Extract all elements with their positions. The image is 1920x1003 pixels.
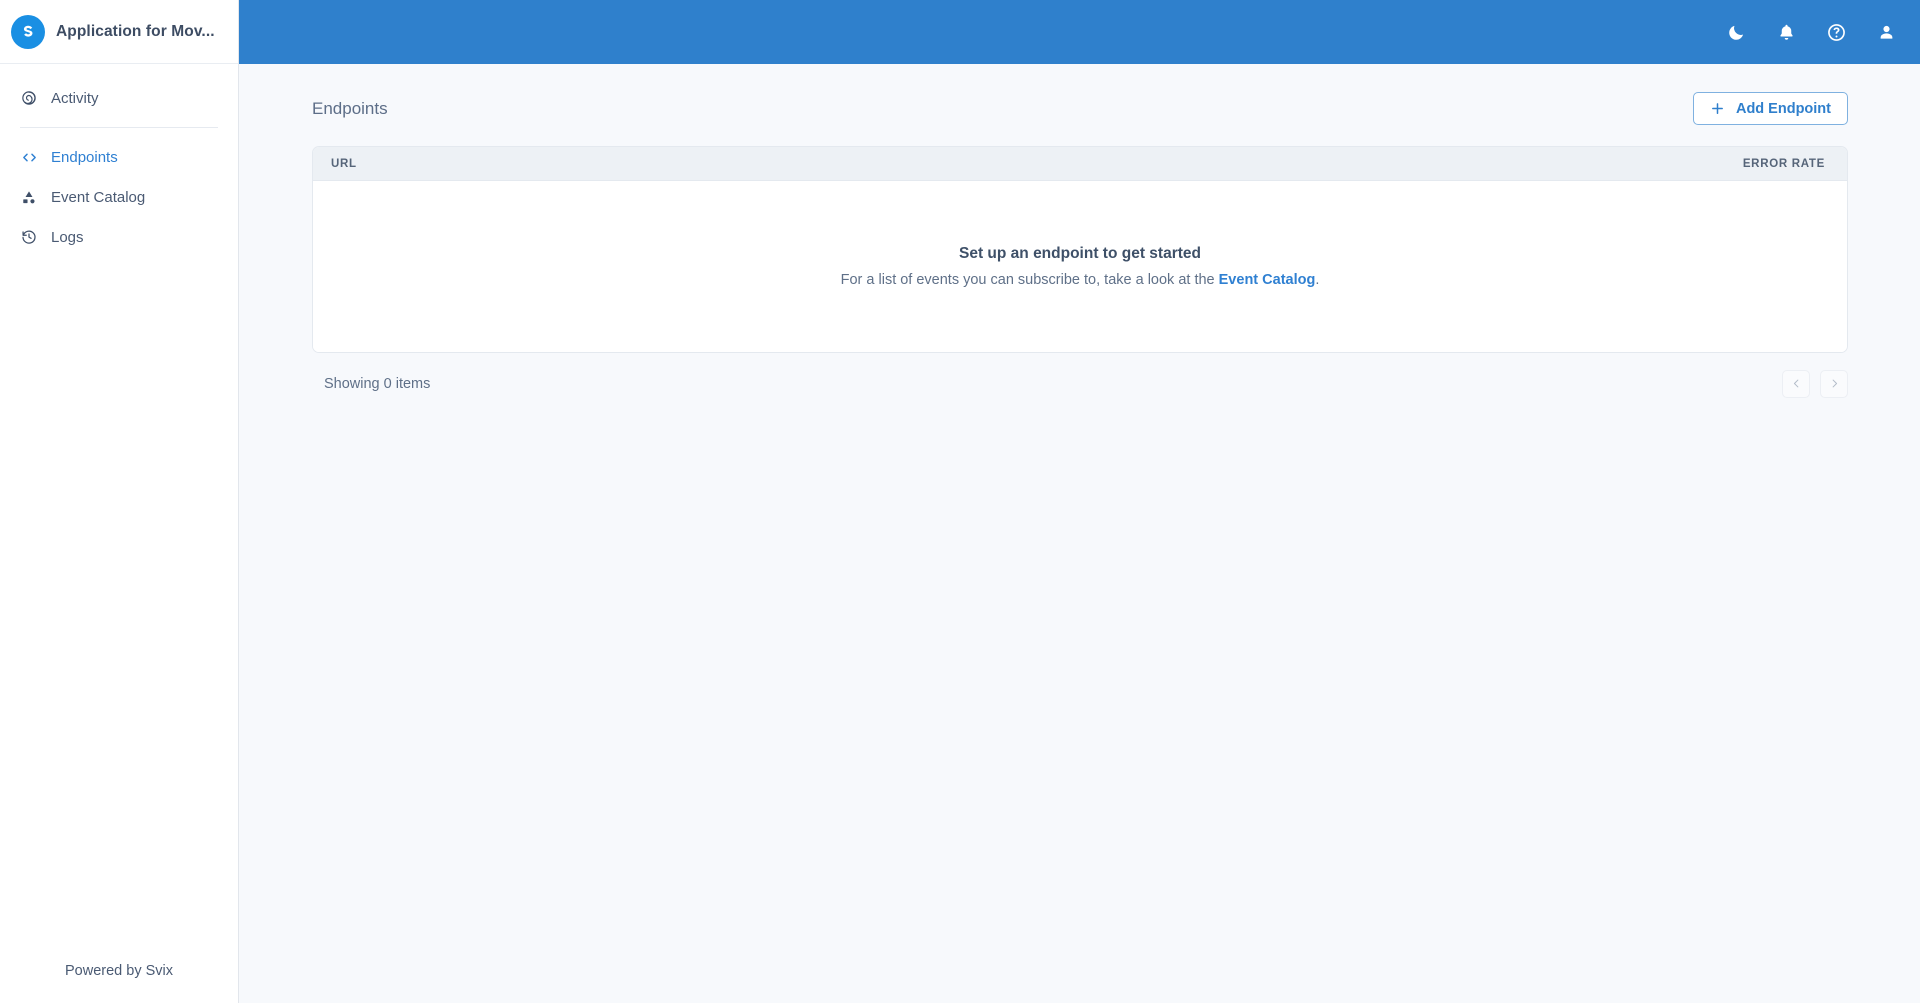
plus-icon [1710, 101, 1725, 116]
notifications-bell-icon[interactable] [1774, 20, 1798, 44]
sidebar-item-event-catalog[interactable]: Event Catalog [0, 177, 238, 217]
code-brackets-icon [20, 148, 38, 166]
sidebar-item-label: Event Catalog [51, 188, 146, 206]
user-account-icon[interactable] [1874, 20, 1898, 44]
app-root: Application for Mov... Activity Endpoint… [0, 0, 1920, 1003]
powered-by-label: Powered by Svix [65, 963, 173, 979]
pagination-prev-button[interactable] [1782, 370, 1810, 398]
activity-spiral-icon [20, 89, 38, 107]
showing-items-count: Showing 0 items [324, 376, 431, 392]
column-header-url: URL [331, 157, 357, 170]
brand-header[interactable]: Application for Mov... [0, 0, 238, 64]
svix-logo-icon [11, 14, 45, 49]
dark-mode-moon-icon[interactable] [1724, 20, 1748, 44]
empty-state: Set up an endpoint to get started For a … [313, 181, 1847, 352]
add-endpoint-button[interactable]: Add Endpoint [1692, 92, 1848, 125]
column-header-error-rate: ERROR RATE [1742, 157, 1825, 170]
pagination-controls [1782, 370, 1848, 398]
add-endpoint-label: Add Endpoint [1735, 100, 1831, 117]
sidebar-item-label: Logs [51, 228, 84, 246]
sidebar-item-label: Activity [51, 89, 99, 107]
sidebar-item-activity[interactable]: Activity [0, 78, 238, 118]
table-footer: Showing 0 items [312, 370, 1848, 398]
header-icon-group [1724, 20, 1898, 44]
empty-state-description-suffix: . [1315, 272, 1320, 288]
empty-state-description: For a list of events you can subscribe t… [841, 272, 1320, 288]
empty-state-description-prefix: For a list of events you can subscribe t… [840, 272, 1219, 288]
chevron-right-icon [1829, 377, 1840, 392]
main-area: Endpoints Add Endpoint URL ERROR RATE Se… [239, 0, 1920, 1003]
top-header-bar [239, 0, 1920, 64]
page-title: Endpoints [312, 98, 388, 118]
pagination-next-button[interactable] [1820, 370, 1848, 398]
sidebar-divider [20, 127, 218, 128]
table-header-row: URL ERROR RATE [313, 147, 1847, 181]
app-title: Application for Mov... [56, 22, 215, 40]
endpoints-table-card: URL ERROR RATE Set up an endpoint to get… [312, 146, 1848, 353]
sidebar-item-logs[interactable]: Logs [0, 217, 238, 257]
sidebar: Application for Mov... Activity Endpoint… [0, 0, 239, 1003]
history-clock-icon [20, 228, 38, 246]
sidebar-nav: Activity Endpoints Event Catalog Logs [0, 64, 238, 257]
page-content: Endpoints Add Endpoint URL ERROR RATE Se… [239, 64, 1920, 1003]
shapes-icon [20, 188, 38, 206]
empty-state-title: Set up an endpoint to get started [959, 245, 1201, 262]
sidebar-item-label: Endpoints [51, 148, 118, 166]
sidebar-item-endpoints[interactable]: Endpoints [0, 137, 238, 177]
event-catalog-link[interactable]: Event Catalog [1219, 272, 1316, 288]
chevron-left-icon [1791, 377, 1802, 392]
page-header-row: Endpoints Add Endpoint [275, 92, 1884, 125]
help-question-icon[interactable] [1824, 20, 1848, 44]
